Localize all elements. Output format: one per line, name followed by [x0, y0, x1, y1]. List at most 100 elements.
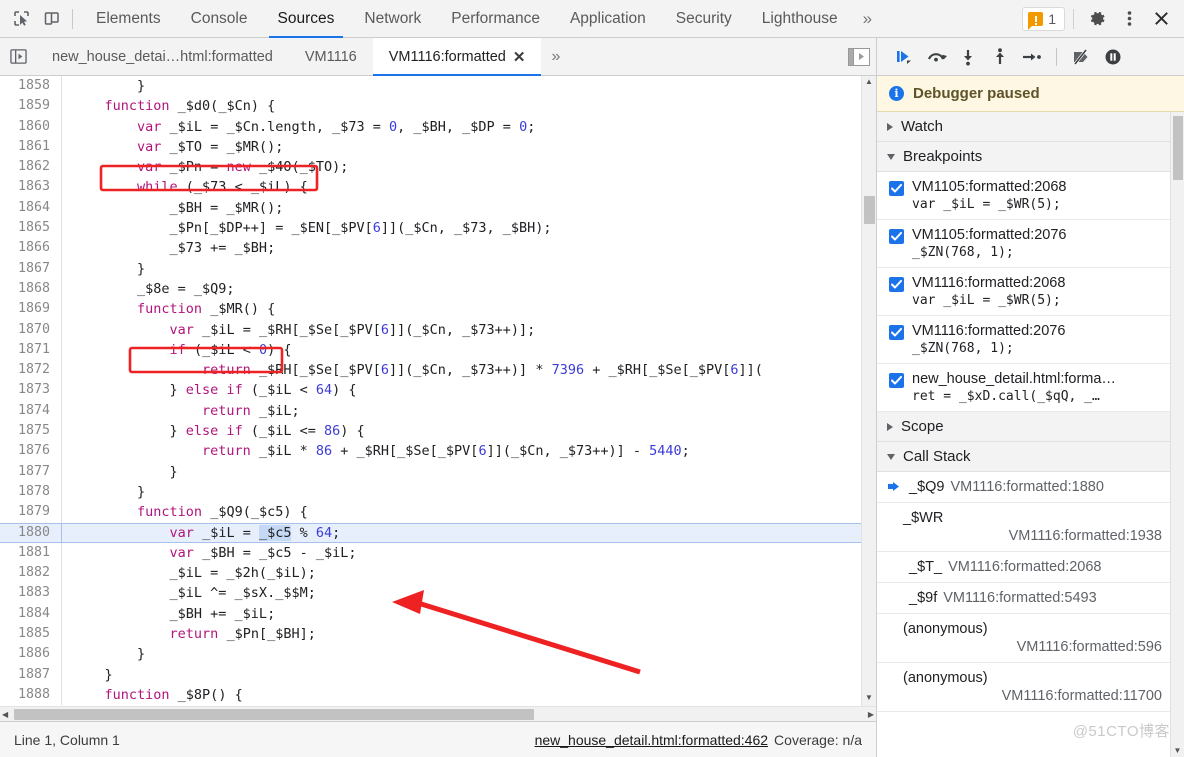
call-stack-frame[interactable]: _$T_VM1116:formatted:2068: [877, 552, 1170, 583]
line-number[interactable]: 1864: [0, 198, 62, 218]
line-number[interactable]: 1865: [0, 218, 62, 238]
line-number[interactable]: 1886: [0, 644, 62, 664]
code-line[interactable]: 1881 var _$BH = _$c5 - _$iL;: [0, 543, 861, 563]
breakpoint-checkbox[interactable]: [889, 181, 904, 196]
code-line[interactable]: 1875 } else if (_$iL <= 86) {: [0, 421, 861, 441]
breakpoint-location[interactable]: VM1116:formatted:2068: [912, 275, 1065, 291]
line-number[interactable]: 1867: [0, 259, 62, 279]
call-stack-frame[interactable]: _$9fVM1116:formatted:5493: [877, 583, 1170, 614]
code-line[interactable]: 1865 _$Pn[_$DP++] = _$EN[_$PV[6]](_$Cn, …: [0, 218, 861, 238]
line-number[interactable]: 1874: [0, 401, 62, 421]
show-navigator-icon[interactable]: [0, 38, 36, 75]
line-number[interactable]: 1879: [0, 502, 62, 522]
debugger-vertical-scrollbar[interactable]: ▲ ▼: [1170, 112, 1184, 757]
code-line[interactable]: 1870 var _$iL = _$RH[_$Se[_$PV[6]](_$Cn,…: [0, 320, 861, 340]
breakpoint-checkbox[interactable]: [889, 229, 904, 244]
debugger-sections-scroll[interactable]: Watch Breakpoints VM1105:formatted:2068v…: [877, 112, 1184, 757]
resume-script-execution-icon[interactable]: [889, 42, 919, 72]
code-line[interactable]: 1861 var _$TO = _$MR();: [0, 137, 861, 157]
code-line[interactable]: 1886 }: [0, 644, 861, 664]
pause-on-exceptions-icon[interactable]: [1098, 42, 1128, 72]
code-line[interactable]: 1860 var _$iL = _$Cn.length, _$73 = 0, _…: [0, 117, 861, 137]
gear-icon[interactable]: [1082, 5, 1112, 33]
scroll-left-arrow-icon[interactable]: ◀: [2, 710, 8, 719]
code-line[interactable]: 1871 if (_$iL < 0) {: [0, 340, 861, 360]
line-number[interactable]: 1880: [0, 523, 62, 543]
line-number[interactable]: 1860: [0, 117, 62, 137]
breakpoint-location[interactable]: VM1105:formatted:2076: [912, 227, 1067, 243]
code-line[interactable]: 1868 _$8e = _$Q9;: [0, 279, 861, 299]
code-line[interactable]: 1869 function _$MR() {: [0, 299, 861, 319]
line-number[interactable]: 1872: [0, 360, 62, 380]
scroll-up-arrow-icon[interactable]: ▲: [865, 76, 873, 88]
debugger-scroll-thumb[interactable]: [1173, 116, 1183, 180]
line-number[interactable]: 1869: [0, 299, 62, 319]
section-breakpoints[interactable]: Breakpoints: [877, 142, 1170, 172]
tab-lighthouse[interactable]: Lighthouse: [747, 0, 853, 38]
code-line[interactable]: 1883 _$iL ^= _$sX._$$M;: [0, 583, 861, 603]
line-number[interactable]: 1878: [0, 482, 62, 502]
code-line[interactable]: 1867 }: [0, 259, 861, 279]
breakpoint-item[interactable]: VM1105:formatted:2068var _$iL = _$WR(5);: [877, 172, 1170, 220]
line-number[interactable]: 1859: [0, 96, 62, 116]
code-line-current[interactable]: 1880 var _$iL = _$c5 % 64;: [0, 523, 861, 543]
section-call-stack[interactable]: Call Stack: [877, 442, 1170, 472]
code-line[interactable]: 1888 function _$8P() {: [0, 685, 861, 705]
section-watch[interactable]: Watch: [877, 112, 1170, 142]
line-number[interactable]: 1876: [0, 441, 62, 461]
line-number[interactable]: 1881: [0, 543, 62, 563]
breakpoint-location[interactable]: VM1105:formatted:2068: [912, 179, 1067, 195]
code-line[interactable]: 1878 }: [0, 482, 861, 502]
call-stack-frame[interactable]: _$Q9VM1116:formatted:1880: [877, 472, 1170, 503]
tab-sources[interactable]: Sources: [263, 0, 350, 38]
tab-security[interactable]: Security: [661, 0, 747, 38]
tab-application[interactable]: Application: [555, 0, 661, 38]
code-line[interactable]: 1863 while (_$73 < _$iL) {: [0, 177, 861, 197]
code-editor[interactable]: 1858 }1859 function _$d0(_$Cn) {1860 var…: [0, 76, 876, 706]
breakpoint-checkbox[interactable]: [889, 373, 904, 388]
editor-vertical-scroll-thumb[interactable]: [864, 196, 875, 224]
breakpoint-item[interactable]: VM1116:formatted:2076_$ZN(768, 1);: [877, 316, 1170, 364]
line-number[interactable]: 1884: [0, 604, 62, 624]
line-number[interactable]: 1888: [0, 685, 62, 705]
code-line[interactable]: 1887 }: [0, 665, 861, 685]
call-stack-frame[interactable]: (anonymous)VM1116:formatted:596: [877, 614, 1170, 663]
more-panels-chevron-icon[interactable]: »: [853, 9, 882, 29]
step-out-of-current-function-icon[interactable]: [985, 42, 1015, 72]
line-number[interactable]: 1866: [0, 238, 62, 258]
code-line[interactable]: 1874 return _$iL;: [0, 401, 861, 421]
code-line[interactable]: 1872 return _$RH[_$Se[_$PV[6]](_$Cn, _$7…: [0, 360, 861, 380]
code-line[interactable]: 1877 }: [0, 462, 861, 482]
tab-elements[interactable]: Elements: [81, 0, 176, 38]
source-tab-vm1116-formatted[interactable]: VM1116:formatted ✕: [373, 38, 542, 75]
step-over-next-function-call-icon[interactable]: [921, 42, 951, 72]
inspect-element-icon[interactable]: [6, 5, 36, 33]
breakpoint-item[interactable]: new_house_detail.html:forma…ret = _$xD.c…: [877, 364, 1170, 412]
deactivate-breakpoints-icon[interactable]: [1066, 42, 1096, 72]
line-number[interactable]: 1873: [0, 380, 62, 400]
line-number[interactable]: 1863: [0, 177, 62, 197]
code-viewport[interactable]: 1858 }1859 function _$d0(_$Cn) {1860 var…: [0, 76, 861, 706]
more-vertical-icon[interactable]: [1114, 5, 1144, 33]
tab-console[interactable]: Console: [176, 0, 263, 38]
line-number[interactable]: 1870: [0, 320, 62, 340]
line-number[interactable]: 1887: [0, 665, 62, 685]
editor-vertical-scrollbar[interactable]: ▲ ▼: [861, 76, 876, 706]
scroll-down-arrow-icon[interactable]: ▼: [1174, 746, 1182, 755]
code-line[interactable]: 1884 _$BH += _$iL;: [0, 604, 861, 624]
breakpoint-checkbox[interactable]: [889, 325, 904, 340]
code-line[interactable]: 1859 function _$d0(_$Cn) {: [0, 96, 861, 116]
line-number[interactable]: 1861: [0, 137, 62, 157]
editor-horizontal-scroll-thumb[interactable]: [14, 709, 534, 720]
line-number[interactable]: 1875: [0, 421, 62, 441]
line-number[interactable]: 1885: [0, 624, 62, 644]
line-number[interactable]: 1862: [0, 157, 62, 177]
device-toolbar-icon[interactable]: [36, 5, 66, 33]
code-line[interactable]: 1876 return _$iL * 86 + _$RH[_$Se[_$PV[6…: [0, 441, 861, 461]
section-scope[interactable]: Scope: [877, 412, 1170, 442]
breakpoint-location[interactable]: new_house_detail.html:forma…: [912, 371, 1116, 387]
step-into-next-function-call-icon[interactable]: [953, 42, 983, 72]
breakpoint-location[interactable]: VM1116:formatted:2076: [912, 323, 1065, 339]
line-number[interactable]: 1871: [0, 340, 62, 360]
line-number[interactable]: 1877: [0, 462, 62, 482]
